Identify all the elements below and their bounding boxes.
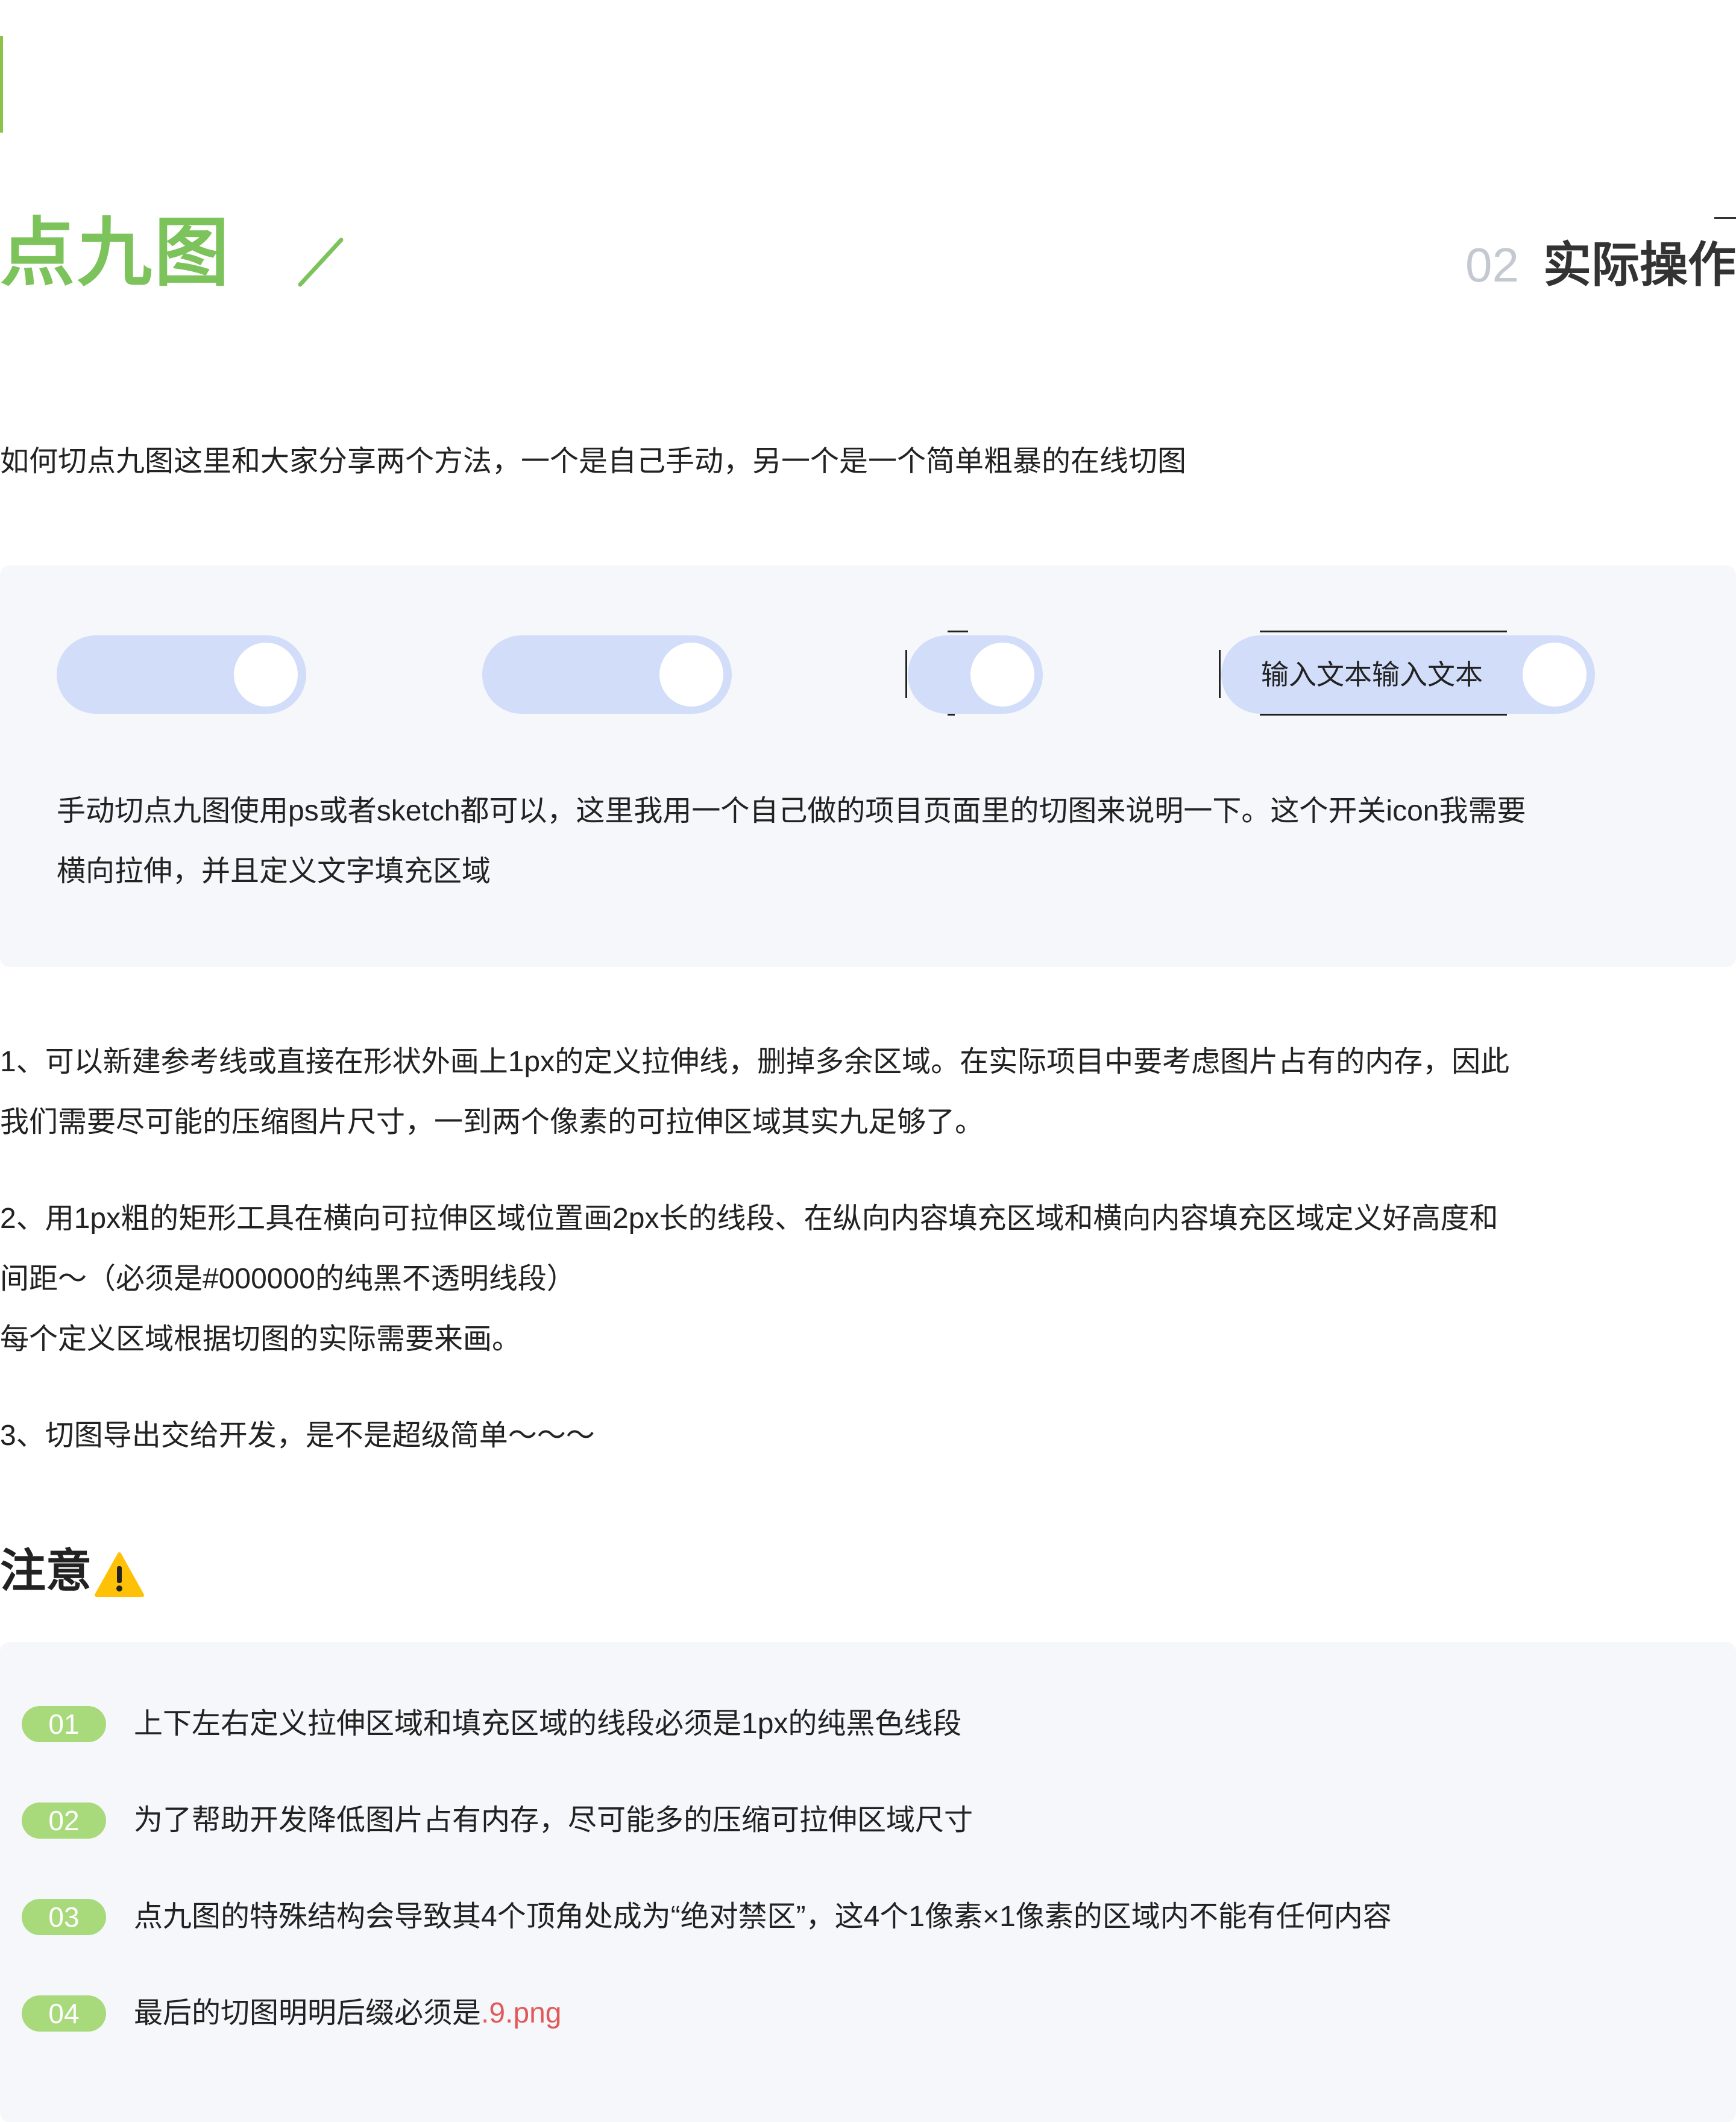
toggle-label: 输入文本输入文本 <box>1261 659 1483 690</box>
note-badge: 01 <box>22 1706 106 1742</box>
step-2-line-2: 间距～（必须是#000000的纯黑不透明线段） <box>0 1263 576 1295</box>
step-1-line-1: 1、可以新建参考线或直接在形状外画上1px的定义拉伸线，删掉多余区域。在实际项目… <box>0 1046 1510 1078</box>
toggle-knob <box>659 643 723 707</box>
notes-heading: 注意 <box>0 1538 145 1605</box>
warning-icon <box>95 1552 144 1597</box>
top-fill-mark <box>1260 631 1507 632</box>
step-1-line-2: 我们需要尽可能的压缩图片尺寸，一到两个像素的可拉伸区域其实九足够了。 <box>0 1106 984 1138</box>
section-header: 02 实际操作 <box>1465 235 1736 295</box>
file-suffix-highlight: .9.png <box>481 1997 562 2029</box>
note-text: 上下左右定义拉伸区域和填充区域的线段必须是1px的纯黑色线段 <box>134 1708 962 1740</box>
demo-description-line: 横向拉伸，并且定义文字填充区域 <box>57 855 491 887</box>
notes-heading-text: 注意 <box>0 1546 92 1597</box>
note-text: 最后的切图明明后缀必须是 <box>134 1997 482 2029</box>
toggle-knob <box>970 643 1034 707</box>
demo-panel: 输入文本输入文本 <box>0 565 1736 967</box>
note-badge: 02 <box>22 1802 106 1839</box>
section-number: 02 <box>1465 238 1519 292</box>
intro-text: 如何切点九图这里和大家分享两个方法，一个是自己手动，另一个是一个简单粗暴的在线切… <box>0 445 1187 477</box>
step-2-line-1: 2、用1px粗的矩形工具在横向可拉伸区域位置画2px长的线段、在纵向内容填充区域… <box>0 1203 1499 1235</box>
toggle-guides <box>482 635 732 714</box>
toggle-original <box>57 635 306 714</box>
step-3: 3、切图导出交给开发，是不是超级简单～～～ <box>0 1420 595 1452</box>
section-tick-mark <box>1714 217 1736 219</box>
page-title: 点九图 <box>0 212 232 295</box>
accent-bar <box>0 36 3 133</box>
demo-description: 手动切点九图使用ps或者sketch都可以，这里我用一个自己做的项目页面里的切图… <box>57 781 1684 902</box>
left-stretch-mark <box>905 650 907 698</box>
toggle-knob <box>1523 643 1587 707</box>
step-2-line-3: 每个定义区域根据切图的实际需要来画。 <box>0 1323 521 1355</box>
notes-panel: 01 上下左右定义拉伸区域和填充区域的线段必须是1px的纯黑色线段 02 为了帮… <box>0 1642 1736 2122</box>
note-text: 为了帮助开发降低图片占有内存，尽可能多的压缩可拉伸区域尺寸 <box>134 1804 973 1836</box>
section-label: 实际操作 <box>1543 238 1736 292</box>
bottom-stretch-mark <box>948 714 955 716</box>
slash-divider-icon <box>298 238 344 287</box>
note-badge: 04 <box>22 1995 106 2032</box>
toggle-knob <box>234 643 298 707</box>
top-stretch-mark <box>948 631 968 632</box>
note-text: 点九图的特殊结构会导致其4个顶角处成为“绝对禁区”，这4个1像素×1像素的区域内… <box>134 1901 1392 1933</box>
toggle-stretched: 输入文本输入文本 <box>1221 635 1595 714</box>
note-text-with-highlight: 最后的切图明明后缀必须是.9.png <box>134 1977 561 2050</box>
left-fill-mark <box>1219 650 1221 698</box>
toggle-trimmed <box>908 635 1043 714</box>
bottom-fill-mark <box>1260 714 1507 716</box>
demo-description-line: 手动切点九图使用ps或者sketch都可以，这里我用一个自己做的项目页面里的切图… <box>57 795 1526 827</box>
note-badge: 03 <box>22 1899 106 1935</box>
